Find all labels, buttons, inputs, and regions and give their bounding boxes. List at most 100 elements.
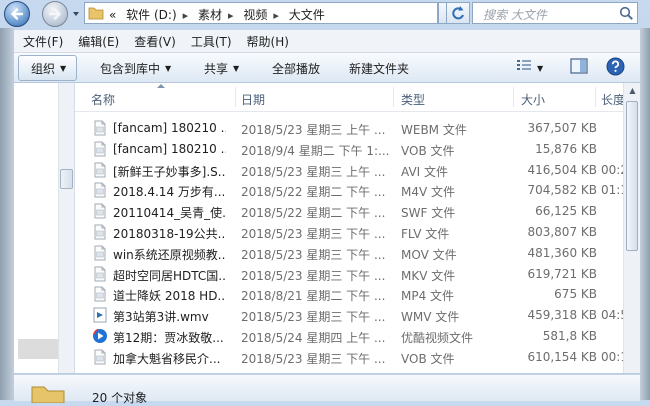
file-size: 581,8 KB [542,328,597,343]
details-view-icon [517,60,531,70]
file-row[interactable]: win系统还原视频教... 2018/5/23 星期三 下午 ... MOV 文件 4… [75,243,623,264]
new-folder-label: 新建文件夹 [349,62,410,76]
folder-icon [31,386,65,403]
item-count: 20 个对象 [92,391,148,405]
file-date: 2018/5/23 星期三 下午 ... [241,351,386,366]
preview-pane-button[interactable] [570,58,588,77]
search-input[interactable]: 搜索 大文件 [472,2,638,24]
video-file-icon [94,266,106,282]
file-row[interactable]: [fancam] 180210 ... 2018/5/23 星期三 上午 ... W… [75,118,623,139]
breadcrumb-sucai[interactable]: 素材 [198,8,222,22]
file-type: 优酷视频文件 [401,330,474,345]
breadcrumb-current[interactable]: 大文件 [289,8,325,22]
file-row[interactable]: 第12期：贾冰致敬... 2018/5/24 星期四 上午 ... 优酷视频文件 58… [75,326,623,347]
chevron-down-icon[interactable]: ▼ [537,64,543,73]
chevron-down-icon: ▼ [233,64,240,73]
nav-selected-item[interactable] [18,339,58,359]
menu-edit[interactable]: 编辑(E) [69,30,125,50]
nav-scrollbar-thumb[interactable] [60,169,73,189]
file-row[interactable]: 道士降妖 2018 HD... 2018/8/21 星期二 下午 ... MP4 文… [75,284,623,305]
navigation-pane[interactable] [14,83,75,373]
column-divider[interactable] [513,87,514,107]
organize-button[interactable]: 组织 ▼ [18,55,78,81]
help-button[interactable] [606,57,625,79]
file-list: 名称 日期 类型 大小 长度 [fancam] 180210 ... 2018/5… [75,83,640,373]
chevron-down-icon: ▼ [60,64,67,73]
scroll-up-button[interactable]: ▲ [624,83,640,99]
file-row[interactable]: 第3站第3讲.wmv 2018/5/23 星期三 下午 ... WMV 文件 459,… [75,305,623,326]
nav-scrollbar[interactable] [58,83,74,373]
file-row[interactable]: [新鲜王子妙事多].S... 2018/5/23 星期三 上午 ... AVI 文件… [75,160,623,181]
file-size: 619,721 KB [527,266,597,281]
chevron-right-icon[interactable]: ▸ [183,9,189,22]
menu-view[interactable]: 查看(V) [125,30,182,50]
file-date: 2018/5/24 星期四 上午 ... [241,330,386,345]
file-date: 2018/5/22 星期二 下午 ... [241,206,386,221]
file-row[interactable]: 20180318-19公共... 2018/5/23 星期三 下午 ... FLV … [75,222,623,243]
breadcrumb-drive[interactable]: 软件 (D:) [126,8,176,22]
scrollbar-thumb[interactable] [626,101,638,251]
file-rows: [fancam] 180210 ... 2018/5/23 星期三 上午 ... W… [75,118,623,368]
video-file-icon [94,245,106,261]
recent-pages-icon[interactable] [72,10,80,18]
wmv-file-icon [93,307,107,323]
forward-button[interactable] [42,1,68,27]
file-list-scrollbar[interactable]: ▲ [623,83,640,373]
include-in-library-button[interactable]: 包含到库中 ▼ [100,60,171,77]
chevron-right-icon[interactable]: ▸ [273,9,279,22]
breadcrumb-overflow[interactable]: « [109,8,116,22]
column-length[interactable]: 长度 [601,91,625,108]
file-name: 第3站第3讲.wmv [113,310,209,325]
file-size: 704,582 KB [527,183,597,198]
file-size: 367,507 KB [527,121,597,135]
column-divider[interactable] [393,87,394,107]
video-file-icon [94,203,106,219]
file-length: 01:1 [601,183,623,198]
file-date: 2018/9/4 星期二 下午 1:... [241,143,390,158]
file-size: 416,504 KB [527,162,597,177]
change-view-button[interactable]: ▼ [516,59,543,76]
share-button[interactable]: 共享 ▼ [204,60,239,77]
address-bar[interactable]: « 软件 (D:) ▸ 素材 ▸ 视频 ▸ 大文件 [84,2,438,24]
column-type[interactable]: 类型 [401,91,425,108]
file-date: 2018/5/23 星期三 上午 ... [241,123,386,137]
file-name: 20110414_吴青_使... [113,206,226,221]
column-date[interactable]: 日期 [241,91,265,108]
chevron-right-icon[interactable]: ▸ [228,9,234,22]
file-size: 15,876 KB [535,141,597,156]
menu-help[interactable]: 帮助(H) [238,30,295,50]
column-name[interactable]: 名称 [91,91,115,108]
file-row[interactable]: 20110414_吴青_使... 2018/5/22 星期二 下午 ... SWF … [75,201,623,222]
play-all-button[interactable]: 全部播放 [272,60,320,77]
column-divider[interactable] [595,87,596,107]
back-button[interactable] [4,1,30,27]
file-row[interactable]: [fancam] 180210 ... 2018/9/4 星期二 下午 1:...… [75,139,623,160]
video-file-icon [94,224,106,240]
file-size: 481,360 KB [527,245,597,260]
refresh-button[interactable] [446,2,470,24]
command-bar: 组织 ▼ 包含到库中 ▼ 共享 ▼ 全部播放 新建文件夹 ▼ [14,53,640,83]
search-icon[interactable] [619,6,634,21]
file-row[interactable]: 加拿大魁省移民介... 2018/5/23 星期三 下午 ... VOB 文件 610… [75,347,623,368]
breadcrumb-shipin[interactable]: 视频 [243,8,267,22]
back-arrow-icon [10,8,24,20]
column-header-row: 名称 日期 类型 大小 长度 [75,83,640,112]
file-name: 道士降妖 2018 HD... [113,289,226,304]
video-file-icon [94,182,106,198]
window-left-border [0,28,14,400]
file-length: 00:2 [601,162,623,177]
video-file-icon [94,141,106,157]
file-type: VOB 文件 [401,351,455,366]
file-row[interactable]: 超时空同居HDTC国... 2018/5/23 星期三 下午 ... MKV 文件 6… [75,264,623,285]
file-type: MP4 文件 [401,289,455,304]
file-row[interactable]: 2018.4.14 万步有... 2018/5/22 星期二 下午 ... M4V … [75,180,623,201]
video-file-icon [94,286,106,302]
menu-file[interactable]: 文件(F) [14,30,69,50]
new-folder-button[interactable]: 新建文件夹 [349,60,409,77]
column-divider[interactable] [235,87,236,107]
file-name: 超时空同居HDTC国... [113,268,226,283]
file-type: MOV 文件 [401,247,457,262]
preview-pane-icon [570,58,588,74]
menu-tools[interactable]: 工具(T) [182,30,238,50]
column-size[interactable]: 大小 [521,91,545,108]
